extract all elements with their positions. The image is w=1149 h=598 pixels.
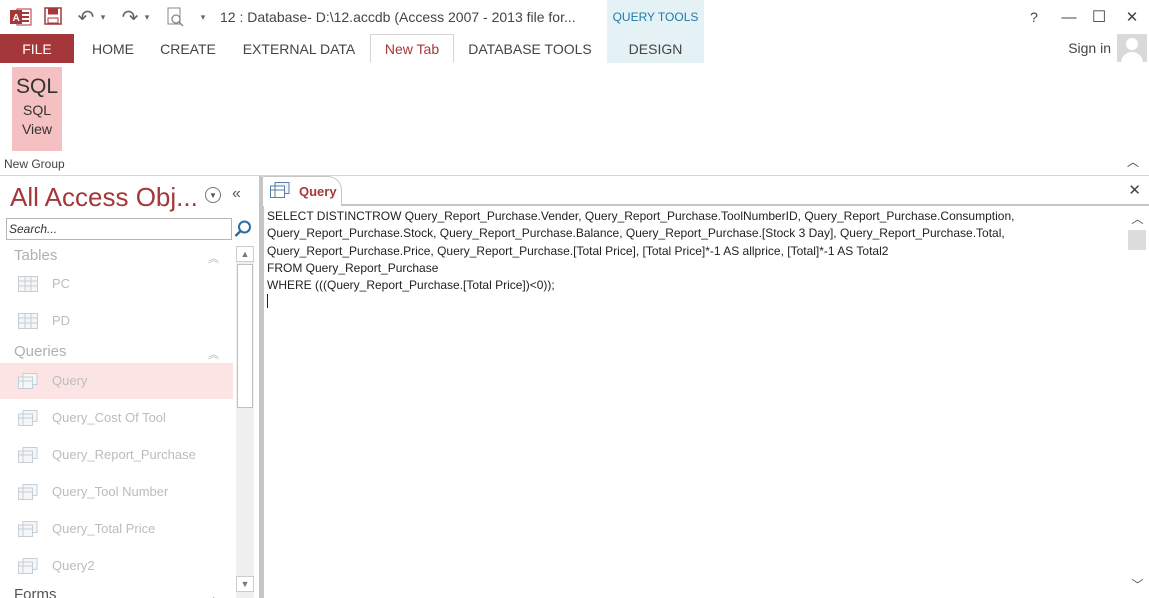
sql-editor[interactable]: SELECT DISTINCTROW Query_Report_Purchase… xyxy=(262,206,1126,598)
nav-scroll-down-icon[interactable]: ▼ xyxy=(236,576,254,592)
nav-item-label: Query_Report_Purchase xyxy=(52,447,196,462)
customize-toolbar-icon[interactable]: ▾ xyxy=(196,6,210,28)
nav-item-label: Query xyxy=(52,373,88,388)
collapse-queries-icon[interactable]: ︽ xyxy=(208,346,219,362)
table-icon xyxy=(18,276,38,292)
tab-external-data[interactable]: EXTERNAL DATA xyxy=(234,34,364,63)
shutter-bar-collapse-icon[interactable]: « xyxy=(232,185,241,203)
editor-scroll-up-icon[interactable]: ︿ xyxy=(1126,210,1149,227)
text-caret xyxy=(267,294,268,308)
editor-scrollbar[interactable]: ︿ ﹀ xyxy=(1126,206,1149,598)
sql-text[interactable]: SELECT DISTINCTROW Query_Report_Purchase… xyxy=(267,208,1014,294)
collapse-ribbon-icon[interactable]: ︿ xyxy=(1127,153,1139,170)
redo-dropdown-icon[interactable]: ▾ xyxy=(142,6,152,28)
tab-query-document[interactable]: Query xyxy=(262,176,342,206)
save-icon[interactable] xyxy=(44,7,64,27)
query-icon xyxy=(18,373,38,389)
tab-file[interactable]: FILE xyxy=(0,34,74,63)
query-icon xyxy=(18,558,38,574)
ribbon: SQL SQL View New Group ︿ xyxy=(0,63,1149,176)
nav-item-query[interactable]: Query_Tool Number xyxy=(0,474,233,510)
tab-new-tab[interactable]: New Tab xyxy=(370,34,454,63)
ribbon-tab-row: FILE HOME CREATE EXTERNAL DATA New Tab D… xyxy=(0,34,1149,64)
nav-item-label: Query_Tool Number xyxy=(52,484,169,499)
help-button[interactable]: ? xyxy=(1020,7,1048,27)
undo-icon[interactable]: ↶ xyxy=(76,6,96,29)
tab-design[interactable]: DESIGN xyxy=(607,34,704,63)
sql-icon: SQL xyxy=(15,75,59,98)
nav-item-label: Query_Total Price xyxy=(52,521,156,536)
tab-create[interactable]: CREATE xyxy=(152,34,224,63)
nav-item-label: PC xyxy=(52,276,71,291)
query-icon xyxy=(18,410,38,426)
redo-icon[interactable]: ↷ xyxy=(120,6,140,29)
query-icon xyxy=(270,182,290,198)
undo-dropdown-icon[interactable]: ▾ xyxy=(98,6,108,28)
sql-view-button[interactable]: SQL SQL View xyxy=(12,67,62,151)
ribbon-group-label: New Group xyxy=(4,157,65,171)
navigation-pane: All Access Obj... ▼ « Tables ︽ PC PD Que… xyxy=(0,176,262,598)
collapse-forms-icon[interactable]: ︽ xyxy=(208,589,219,598)
nav-item-query[interactable]: Query_Cost Of Tool xyxy=(0,400,233,436)
nav-item-label: Query2 xyxy=(52,558,95,573)
nav-item-query-selected[interactable]: Query xyxy=(0,363,233,399)
document-tab-label: Query xyxy=(299,184,337,199)
access-app-icon[interactable]: A xyxy=(10,7,32,27)
table-icon xyxy=(18,313,38,329)
nav-scroll-up-icon[interactable]: ▲ xyxy=(236,246,254,262)
nav-item-query[interactable]: Query_Report_Purchase xyxy=(0,437,233,473)
nav-item-table[interactable]: PD xyxy=(0,303,233,339)
nav-pane-title[interactable]: All Access Obj... xyxy=(10,182,198,213)
print-preview-icon[interactable] xyxy=(166,7,186,27)
nav-item-label: PD xyxy=(52,313,71,328)
query-icon xyxy=(18,447,38,463)
nav-item-table[interactable]: PC xyxy=(0,266,233,302)
svg-text:A: A xyxy=(13,13,20,24)
close-button[interactable]: ✕ xyxy=(1118,7,1146,27)
close-document-icon[interactable]: ✕ xyxy=(1128,181,1141,199)
nav-item-label: Query_Cost Of Tool xyxy=(52,410,166,425)
query-tools-contextual-label: QUERY TOOLS xyxy=(607,0,704,34)
tab-database-tools[interactable]: DATABASE TOOLS xyxy=(460,34,600,63)
query-icon xyxy=(18,484,38,500)
collapse-tables-icon[interactable]: ︽ xyxy=(208,250,219,266)
editor-scroll-thumb[interactable] xyxy=(1128,230,1146,250)
nav-item-query[interactable]: Query_Total Price xyxy=(0,511,233,547)
nav-search-box xyxy=(6,218,232,240)
section-forms[interactable]: Forms xyxy=(14,586,57,598)
restore-button[interactable]: ☐ xyxy=(1085,7,1113,27)
document-tab-bar: Query ✕ xyxy=(262,176,1149,206)
section-queries[interactable]: Queries xyxy=(14,343,67,360)
nav-dropdown-icon[interactable]: ▼ xyxy=(205,187,221,203)
tab-home[interactable]: HOME xyxy=(82,34,144,63)
window-title: 12 : Database- D:\12.accdb (Access 2007 … xyxy=(220,9,576,25)
search-input[interactable] xyxy=(9,220,224,238)
avatar[interactable] xyxy=(1117,34,1147,62)
nav-scrollbar[interactable]: ▲ ▼ xyxy=(236,246,254,598)
sign-in-link[interactable]: Sign in xyxy=(1068,40,1111,56)
section-tables[interactable]: Tables xyxy=(14,247,57,264)
search-icon[interactable] xyxy=(232,218,254,240)
query-icon xyxy=(18,521,38,537)
minimize-button[interactable]: — xyxy=(1055,7,1083,27)
sql-view-label: SQL View xyxy=(21,102,53,137)
nav-item-query[interactable]: Query2 xyxy=(0,548,233,584)
nav-scroll-thumb[interactable] xyxy=(237,264,253,408)
title-bar: A ↶ ▾ ↷ ▾ ▾ 12 : Database- D:\12.accdb (… xyxy=(0,0,1149,34)
editor-scroll-down-icon[interactable]: ﹀ xyxy=(1126,576,1149,593)
